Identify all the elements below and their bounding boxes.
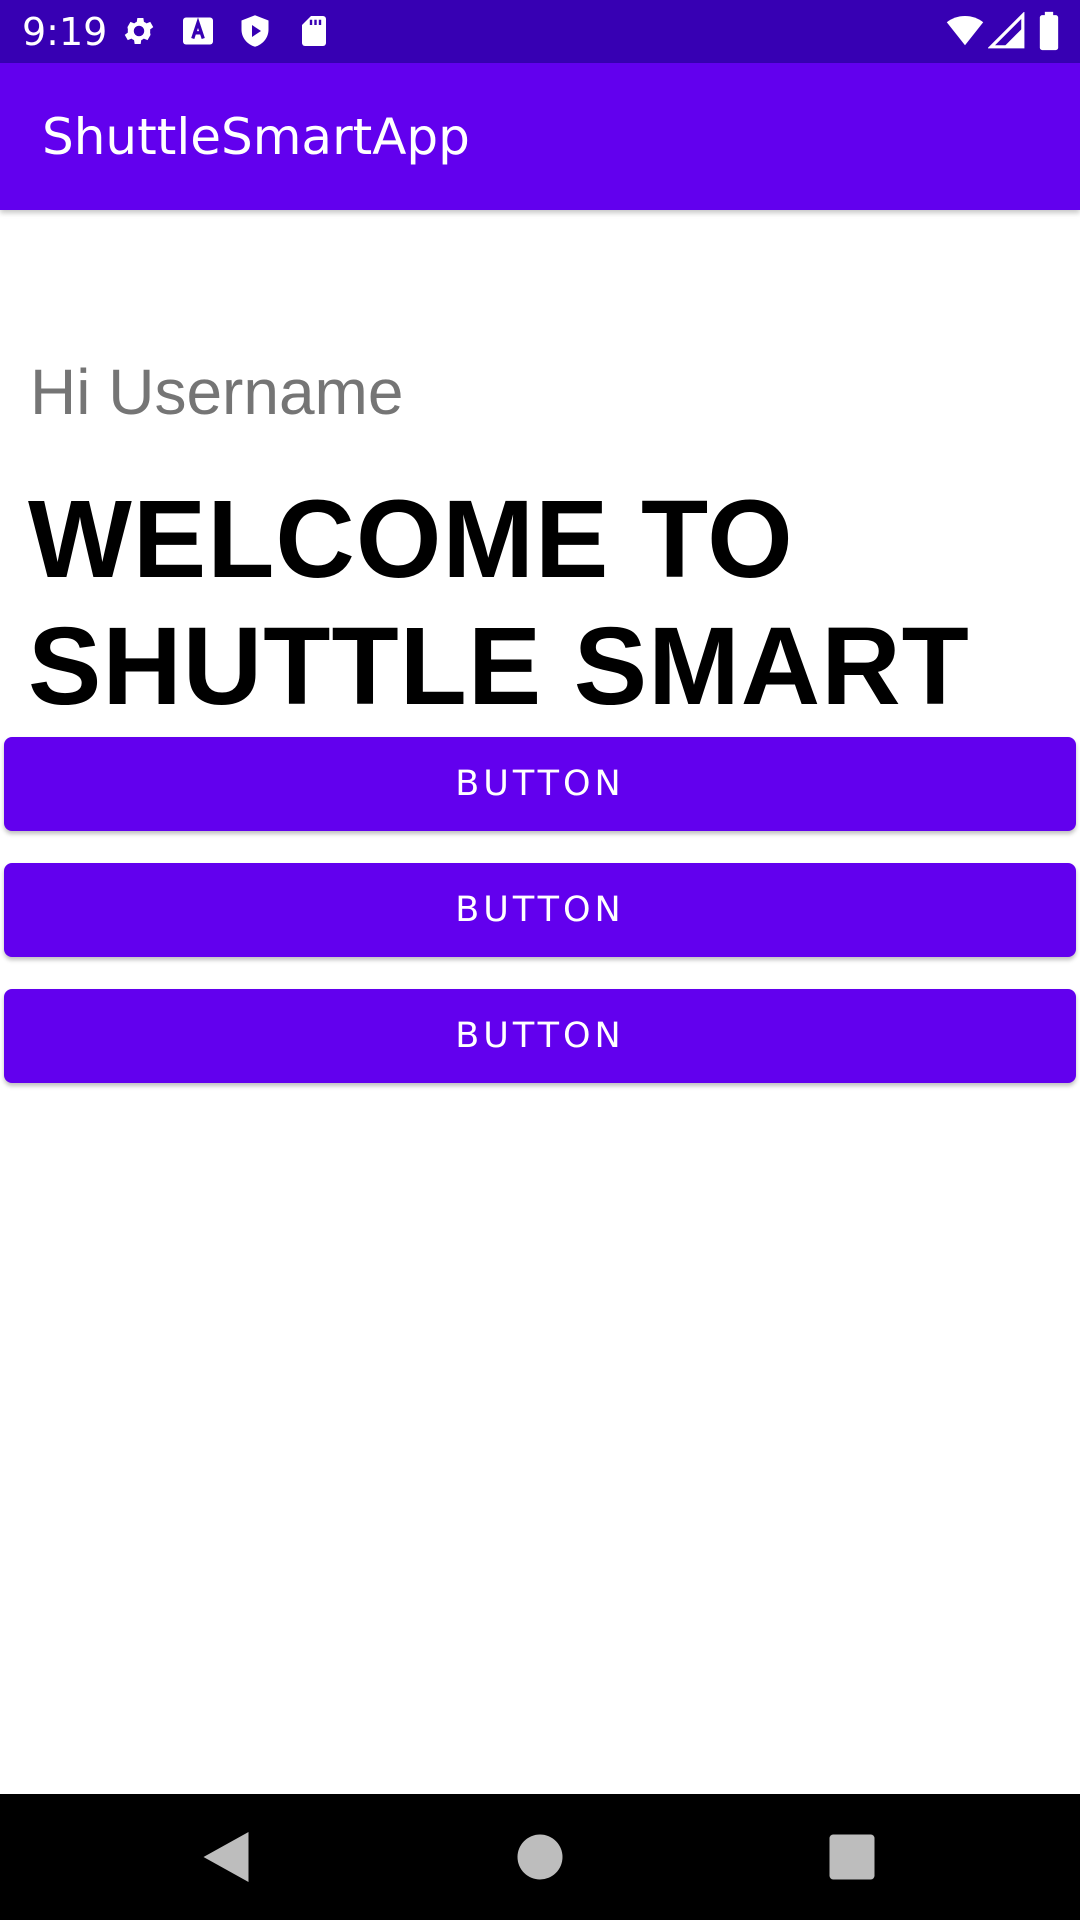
button-2[interactable]: BUTTON xyxy=(4,863,1076,957)
sd-card-icon xyxy=(302,16,326,46)
app-bar: ShuttleSmartApp xyxy=(0,63,1080,210)
settings-icon xyxy=(124,17,154,45)
status-bar: 9:19 xyxy=(0,0,1080,63)
play-shield-icon xyxy=(241,15,269,47)
wifi-icon xyxy=(946,15,984,46)
home-icon[interactable] xyxy=(510,1827,570,1887)
back-icon[interactable] xyxy=(196,1827,256,1887)
status-time: 9:19 xyxy=(22,10,108,54)
button-1[interactable]: BUTTON xyxy=(4,737,1076,831)
text-a-icon xyxy=(183,17,213,45)
battery-icon xyxy=(1039,11,1059,51)
recents-icon[interactable] xyxy=(822,1827,882,1887)
navigation-bar xyxy=(0,1794,1080,1920)
welcome-heading: WELCOME TO SHUTTLE SMART xyxy=(28,478,970,728)
button-3[interactable]: BUTTON xyxy=(4,989,1076,1083)
signal-icon xyxy=(988,12,1025,49)
app-title: ShuttleSmartApp xyxy=(42,108,470,166)
greeting-text: Hi Username xyxy=(30,356,404,428)
